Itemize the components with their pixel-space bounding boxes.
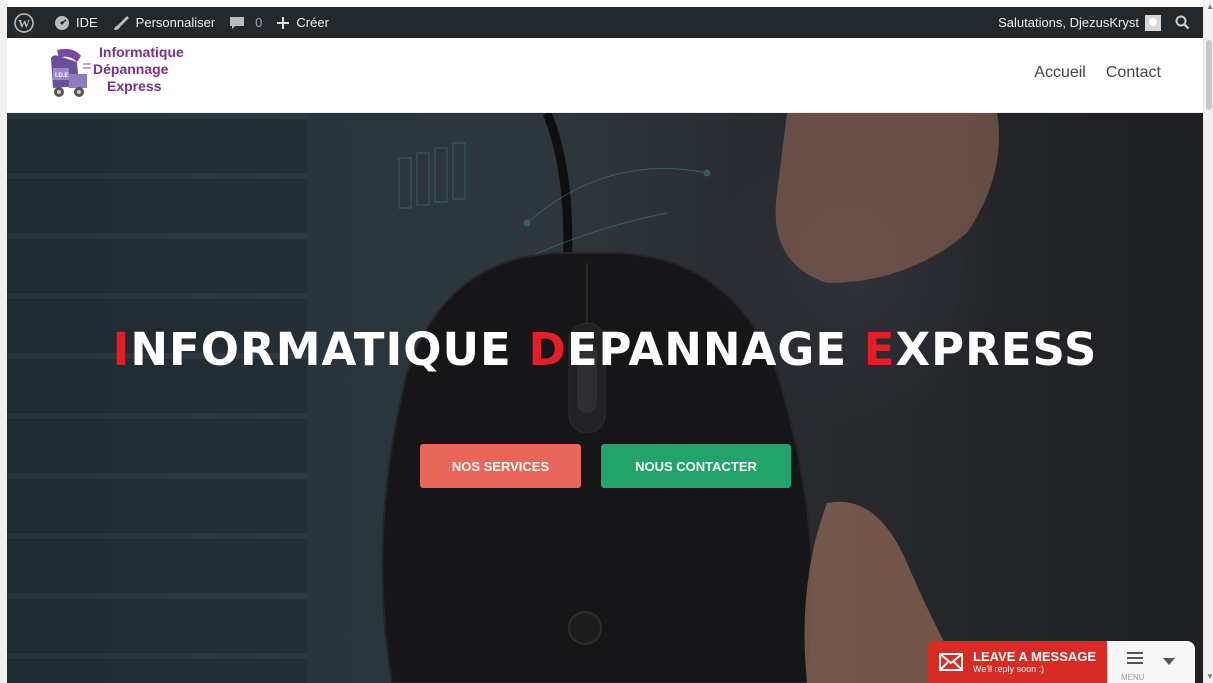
hero-title: INFORMATIQUE DEPANNAGE EXPRESS	[7, 323, 1203, 376]
envelope-icon	[939, 653, 963, 671]
wordpress-menu[interactable]: W	[7, 7, 47, 38]
admin-bar: W IDE Personnaliser 0 Créer Salutations,…	[7, 7, 1203, 38]
greeting-label: Salutations, DjezusKryst	[998, 15, 1139, 30]
dashboard-icon	[55, 15, 69, 30]
chat-widget: LEAVE A MESSAGE We'll reply soon :) MENU	[927, 641, 1195, 683]
leave-message-button[interactable]: LEAVE A MESSAGE We'll reply soon :)	[927, 641, 1107, 683]
main-nav: Accueil Contact	[1034, 64, 1161, 82]
hero-buttons: NOS SERVICES NOUS CONTACTER	[420, 444, 791, 488]
wordpress-icon: W	[14, 12, 34, 33]
nav-item-accueil[interactable]: Accueil	[1034, 64, 1086, 82]
customize-label: Personnaliser	[135, 15, 216, 30]
nav-item-contact[interactable]: Contact	[1106, 64, 1161, 82]
account-menu[interactable]: Salutations, DjezusKryst	[991, 7, 1168, 38]
admin-search[interactable]	[1168, 7, 1203, 38]
logo-line-1: Informatique	[99, 44, 184, 60]
chat-menu-label: MENU	[1121, 673, 1145, 682]
brush-icon	[113, 15, 129, 30]
comments-count: 0	[255, 15, 263, 30]
site-header: I.D.E Informatique Dépannage Express Acc…	[7, 38, 1203, 113]
svg-text:W: W	[18, 16, 30, 30]
site-name-label: IDE	[76, 15, 98, 30]
logo-text: Informatique Dépannage Express	[93, 44, 184, 95]
chat-title: LEAVE A MESSAGE	[973, 649, 1097, 664]
logo-line-3: Express	[107, 78, 162, 94]
hero-title-part-5: E	[863, 323, 896, 376]
search-icon	[1175, 15, 1190, 30]
services-button[interactable]: NOS SERVICES	[420, 444, 581, 488]
hero-section: INFORMATIQUE DEPANNAGE EXPRESS NOS SERVI…	[7, 113, 1203, 683]
logo-line-2: Dépannage	[93, 61, 169, 77]
comment-icon	[230, 16, 245, 29]
scroll-down-icon[interactable]: ▼	[1206, 672, 1213, 681]
page-scrollbar[interactable]: ▲ ▼	[1203, 0, 1213, 683]
window-left-edge	[0, 0, 7, 683]
scroll-up-icon[interactable]: ▲	[1206, 2, 1213, 11]
new-content-label: Créer	[296, 15, 329, 30]
hero-title-part-1: I	[112, 323, 131, 376]
chat-menu-button[interactable]: MENU	[1107, 641, 1195, 683]
hero-title-part-6: XPRESS	[895, 323, 1098, 376]
customize-menu[interactable]: Personnaliser	[105, 7, 223, 38]
plus-icon	[277, 16, 290, 29]
comments-menu[interactable]: 0	[222, 7, 269, 38]
hero-title-part-4: EPANNAGE	[566, 323, 864, 376]
site-logo[interactable]: I.D.E Informatique Dépannage Express	[47, 44, 207, 106]
new-content-menu[interactable]: Créer	[269, 7, 336, 38]
hero-title-part-3: D	[528, 323, 567, 376]
hero-title-part-2: NFORMATIQUE	[130, 323, 529, 376]
hero-overlay	[7, 113, 1203, 683]
scrollbar-thumb[interactable]	[1206, 40, 1212, 110]
svg-text:I.D.E: I.D.E	[55, 73, 68, 79]
chat-subtitle: We'll reply soon :)	[973, 664, 1045, 674]
chevron-down-icon[interactable]	[1163, 658, 1175, 666]
avatar	[1145, 14, 1161, 31]
logo-truck-icon: I.D.E	[47, 44, 93, 106]
contact-button[interactable]: NOUS CONTACTER	[601, 444, 791, 488]
hamburger-menu-icon	[1127, 652, 1143, 664]
site-name-menu[interactable]: IDE	[47, 7, 105, 38]
